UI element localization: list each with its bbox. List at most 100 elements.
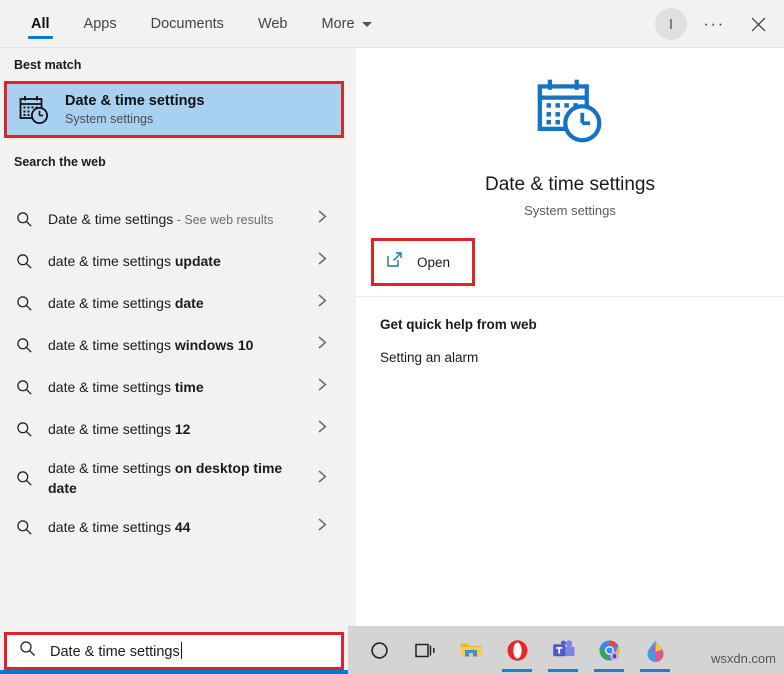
search-icon	[14, 337, 34, 354]
web-result-suggestion: time	[174, 378, 204, 395]
search-icon	[14, 211, 34, 228]
web-result-query: date & time settings	[48, 378, 175, 395]
preview-subtitle: System settings	[524, 203, 616, 218]
web-result-item[interactable]: date & time settings update	[0, 240, 356, 282]
open-external-icon	[386, 251, 403, 273]
search-icon	[19, 640, 36, 662]
web-result-suggestion: update	[174, 252, 221, 269]
microsoft-teams-icon[interactable]	[540, 626, 586, 674]
best-match-title: Date & time settings	[65, 92, 205, 109]
web-result-item[interactable]: Date & time settings - See web results	[0, 198, 356, 240]
web-result-query: date & time settings	[48, 459, 175, 476]
more-options-icon[interactable]: ···	[698, 8, 730, 40]
web-result-item[interactable]: date & time settings date	[0, 282, 356, 324]
web-result-item[interactable]: date & time settings time	[0, 366, 356, 408]
search-flyout: All Apps Documents Web More I ··· Best m…	[0, 0, 784, 674]
search-input-value: Date & time settings	[50, 644, 180, 660]
search-filter-bar: All Apps Documents Web More I ···	[0, 0, 784, 48]
chevron-right-icon	[317, 517, 328, 537]
search-input[interactable]: Date & time settings	[7, 635, 341, 667]
task-view-icon[interactable]	[402, 626, 448, 674]
web-result-label: date & time settings 12	[48, 419, 190, 439]
tab-apps-label: Apps	[83, 16, 117, 32]
web-result-label: date & time settings date	[48, 293, 204, 313]
chevron-right-icon	[317, 377, 328, 397]
tab-documents[interactable]: Documents	[134, 0, 241, 48]
search-icon	[14, 470, 34, 487]
web-results-list: Date & time settings - See web results da…	[0, 198, 356, 548]
search-icon	[14, 253, 34, 270]
web-result-hint: - See web results	[173, 212, 274, 227]
watermark: wsxdn.com	[710, 651, 776, 666]
preview-pane: Date & time settings System settings Ope…	[356, 48, 784, 626]
quick-help-heading: Get quick help from web	[380, 317, 537, 332]
tab-web[interactable]: Web	[241, 0, 305, 48]
chevron-right-icon	[317, 251, 328, 271]
web-result-label: date & time settings on desktop time dat…	[48, 458, 298, 499]
web-result-item[interactable]: date & time settings 44	[0, 506, 356, 548]
paint-3d-icon[interactable]	[632, 626, 678, 674]
best-match-result[interactable]: Date & time settings System settings	[7, 84, 341, 135]
search-box-highlight: Date & time settings	[4, 632, 344, 670]
tab-more[interactable]: More	[305, 0, 389, 48]
web-result-label: Date & time settings - See web results	[48, 209, 273, 229]
web-result-item[interactable]: date & time settings windows 10	[0, 324, 356, 366]
open-button-label: Open	[417, 254, 451, 270]
web-result-suggestion: 12	[174, 420, 191, 437]
cortana-icon[interactable]	[356, 626, 402, 674]
calendar-clock-icon	[532, 73, 608, 154]
search-icon	[14, 379, 34, 396]
tab-apps[interactable]: Apps	[67, 0, 134, 48]
quick-help-item[interactable]: Setting an alarm	[380, 350, 478, 365]
chevron-right-icon	[317, 335, 328, 355]
results-pane: Best match Date & time settings System s…	[0, 48, 356, 626]
chevron-right-icon	[317, 469, 328, 489]
preview-header: Date & time settings System settings	[356, 48, 784, 258]
calendar-clock-icon	[17, 93, 51, 127]
web-result-suggestion: 44	[174, 518, 191, 535]
web-result-label: date & time settings 44	[48, 517, 190, 537]
taskbar: wsxdn.com	[348, 626, 784, 674]
tab-documents-label: Documents	[150, 16, 224, 32]
chevron-right-icon	[317, 209, 328, 229]
opera-icon[interactable]	[494, 626, 540, 674]
search-icon	[14, 519, 34, 536]
google-chrome-icon[interactable]	[586, 626, 632, 674]
search-icon	[14, 295, 34, 312]
web-result-query: date & time settings	[48, 294, 175, 311]
web-result-label: date & time settings windows 10	[48, 335, 253, 355]
web-result-label: date & time settings time	[48, 377, 204, 397]
web-result-suggestion: windows 10	[174, 336, 254, 353]
avatar-initial: I	[668, 15, 674, 33]
web-result-item[interactable]: date & time settings on desktop time dat…	[0, 450, 356, 506]
web-result-query: date & time settings	[48, 518, 175, 535]
web-result-query: date & time settings	[48, 336, 175, 353]
preview-title: Date & time settings	[484, 174, 656, 195]
chevron-right-icon	[317, 419, 328, 439]
best-match-heading: Best match	[14, 58, 82, 72]
tab-all[interactable]: All	[14, 0, 67, 48]
web-result-item[interactable]: date & time settings 12	[0, 408, 356, 450]
web-result-query: date & time settings	[48, 420, 175, 437]
text-cursor	[180, 642, 182, 659]
close-icon[interactable]	[740, 8, 776, 40]
tab-all-label: All	[31, 16, 50, 32]
open-button[interactable]: Open	[374, 241, 472, 283]
ellipsis-glyph: ···	[703, 14, 725, 33]
preview-divider	[356, 296, 784, 297]
file-explorer-icon[interactable]	[448, 626, 494, 674]
search-icon	[14, 421, 34, 438]
tab-more-label: More	[321, 16, 355, 32]
web-result-label: date & time settings update	[48, 251, 221, 271]
web-result-query: Date & time settings	[48, 210, 174, 227]
avatar[interactable]: I	[655, 8, 687, 40]
web-result-query: date & time settings	[48, 252, 175, 269]
chevron-right-icon	[317, 293, 328, 313]
open-button-highlight: Open	[371, 238, 475, 286]
best-match-highlight: Date & time settings System settings	[4, 81, 344, 138]
search-accent-bar	[0, 670, 348, 674]
search-web-heading: Search the web	[14, 155, 106, 169]
taskbar-icons	[356, 626, 678, 674]
tab-web-label: Web	[257, 16, 288, 32]
best-match-subtitle: System settings	[65, 111, 154, 126]
